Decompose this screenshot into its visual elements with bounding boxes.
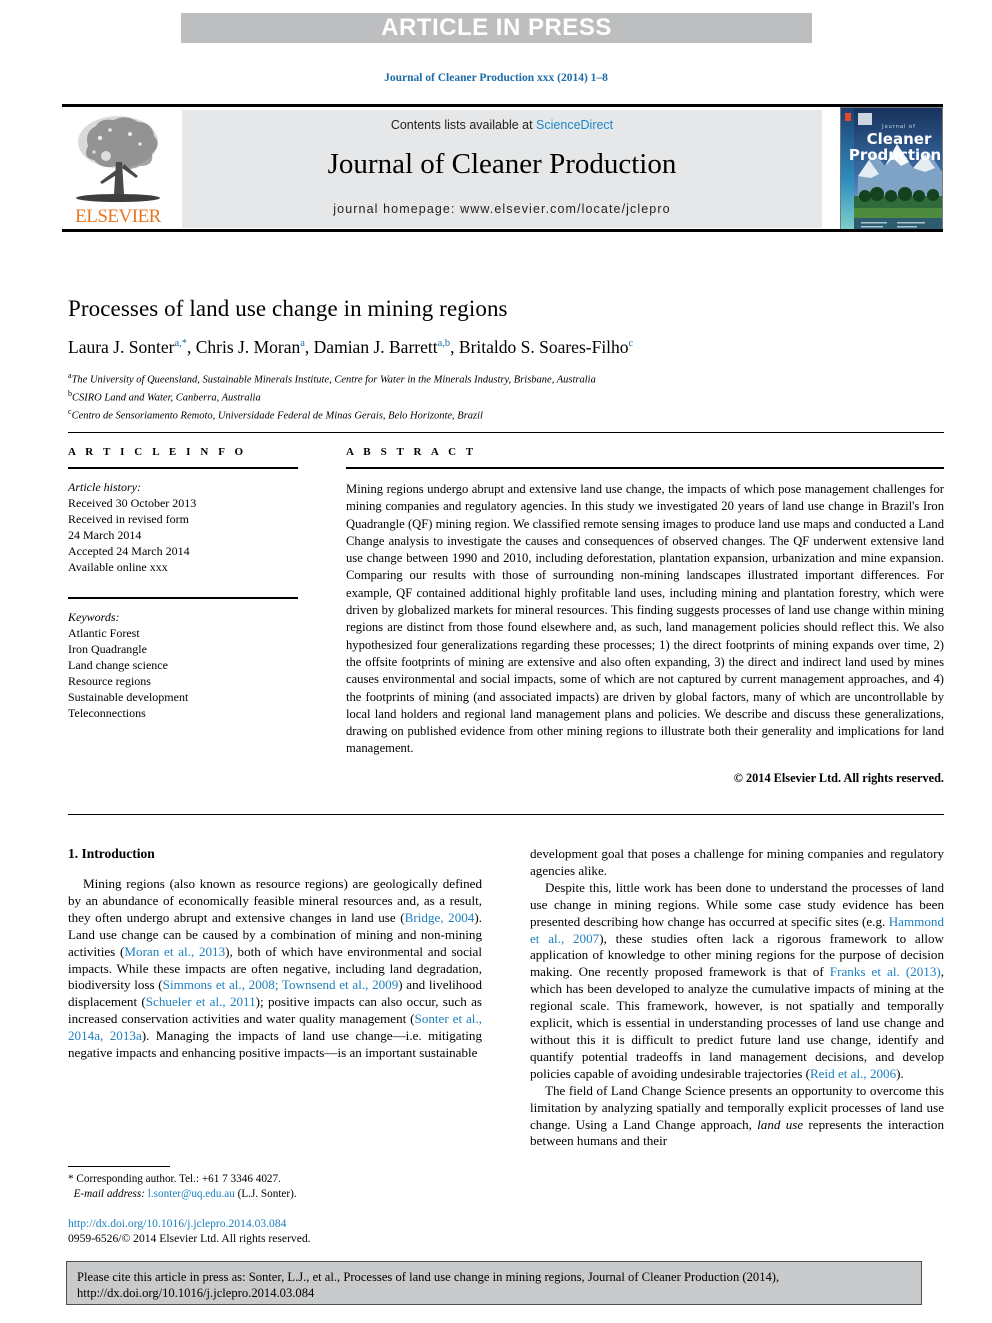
- journal-reference-line: Journal of Cleaner Production xxx (2014)…: [384, 72, 608, 84]
- citation-link[interactable]: Reid et al., 2006: [810, 1066, 896, 1081]
- text-run: ).: [896, 1065, 904, 1081]
- section-heading-introduction: 1. Introduction: [68, 846, 155, 861]
- author-affiliation-marker: a,*: [174, 338, 187, 350]
- emphasized-term: land use: [757, 1116, 804, 1132]
- keywords-group: Keywords: Atlantic Forest Iron Quadrangl…: [68, 609, 298, 721]
- affiliation-item: cCentro de Sensoriamento Remoto, Univers…: [68, 405, 944, 423]
- article-history-item: Received in revised form: [68, 512, 189, 526]
- keyword-item: Resource regions: [68, 674, 151, 688]
- affiliation-item: aThe University of Queensland, Sustainab…: [68, 369, 944, 387]
- author-name: Chris J. Moran: [195, 337, 301, 357]
- abstract-heading: A B S T R A C T: [346, 446, 477, 458]
- infoabstract-bottom-rule: [68, 814, 944, 815]
- elsevier-logo: ELSEVIER: [64, 110, 172, 228]
- issn-copyright-line: 0959-6526/© 2014 Elsevier Ltd. All right…: [68, 1232, 311, 1245]
- citation-link[interactable]: Schueler et al., 2011: [146, 994, 256, 1009]
- title-block: Processes of land use change in mining r…: [68, 296, 944, 423]
- text-run: , which has been developed to analyze th…: [530, 964, 945, 1081]
- article-history-group: Article history: Received 30 October 201…: [68, 479, 298, 575]
- author-affiliation-marker: a,b: [437, 338, 451, 350]
- svg-text:Production: Production: [849, 146, 941, 164]
- author-name: Britaldo S. Soares-Filho: [458, 337, 629, 357]
- elsevier-wordmark: ELSEVIER: [75, 206, 161, 227]
- journal-masthead: ELSEVIER Contents lists available at Sci…: [62, 104, 943, 232]
- email-owner: (L.J. Sonter).: [237, 1187, 297, 1200]
- affiliation-text: CSIRO Land and Water, Canberra, Australi…: [72, 392, 261, 404]
- masthead-top-rule: [62, 104, 943, 107]
- affiliation-text: Centro de Sensoriamento Remoto, Universi…: [71, 410, 483, 422]
- journal-homepage-line[interactable]: journal homepage: www.elsevier.com/locat…: [182, 202, 822, 216]
- email-label: E-mail address:: [73, 1187, 145, 1200]
- article-info-rule: [68, 467, 298, 469]
- keyword-item: Land change science: [68, 658, 168, 672]
- author-entry: Britaldo S. Soares-Filhoc: [459, 337, 633, 357]
- corresponding-author-line: * Corresponding author. Tel.: +61 7 3346…: [68, 1173, 281, 1185]
- doi-link[interactable]: http://dx.doi.org/10.1016/j.jclepro.2014…: [68, 1216, 482, 1231]
- body-column-left: 1. Introduction Mining regions (also kno…: [68, 846, 482, 1062]
- abstract-column: A B S T R A C T Mining regions undergo a…: [346, 446, 944, 786]
- affiliation-text: The University of Queensland, Sustainabl…: [71, 374, 596, 386]
- keyword-item: Iron Quadrangle: [68, 642, 147, 656]
- email-line: E-mail address: l.sonter@uq.edu.au (L.J.…: [68, 1187, 482, 1202]
- author-name: Damian J. Barrett: [313, 337, 438, 357]
- intro-paragraph-1-continued: development goal that poses a challenge …: [530, 846, 944, 878]
- article-history-item: 24 March 2014: [68, 528, 142, 542]
- author-separator: ,: [304, 337, 314, 357]
- keyword-item: Sustainable development: [68, 690, 189, 704]
- author-entry: Laura J. Sontera,*: [68, 337, 187, 357]
- paper-page: ARTICLE IN PRESS Journal of Cleaner Prod…: [0, 0, 992, 1323]
- journal-title: Journal of Cleaner Production: [327, 148, 677, 180]
- journal-cover-art: Journal of Cleaner Production: [841, 108, 942, 230]
- abstract-copyright: © 2014 Elsevier Ltd. All rights reserved…: [733, 770, 944, 785]
- article-history-item: Received 30 October 2013: [68, 496, 197, 510]
- contents-prefix: Contents lists available at: [390, 118, 537, 132]
- doi-block: http://dx.doi.org/10.1016/j.jclepro.2014…: [68, 1216, 482, 1246]
- author-separator: ,: [186, 337, 196, 357]
- affiliation-item: bCSIRO Land and Water, Canberra, Austral…: [68, 387, 944, 405]
- article-history-label: Article history:: [68, 480, 141, 494]
- author-list: Laura J. Sontera,*, Chris J. Morana, Dam…: [68, 337, 944, 358]
- email-link[interactable]: l.sonter@uq.edu.au: [148, 1188, 235, 1200]
- abstract-rule: [346, 467, 944, 469]
- page-title: Processes of land use change in mining r…: [68, 296, 508, 321]
- body-column-right: development goal that poses a challenge …: [530, 846, 944, 1150]
- keyword-item: Teleconnections: [68, 706, 146, 720]
- cite-this-article-box: Please cite this article in press as: So…: [66, 1261, 922, 1305]
- keywords-label: Keywords:: [68, 610, 120, 624]
- author-entry: Chris J. Morana: [196, 337, 305, 357]
- abstract-text: Mining regions undergo abrupt and extens…: [346, 482, 944, 756]
- article-info-heading: A R T I C L E I N F O: [68, 446, 247, 458]
- elsevier-tree-icon: [76, 116, 160, 202]
- contents-panel: Contents lists available at ScienceDirec…: [182, 110, 822, 228]
- citation-link[interactable]: Bridge, 2004: [405, 910, 475, 925]
- keywords-rule: [68, 597, 298, 599]
- intro-paragraph-1: Mining regions (also known as resource r…: [68, 876, 482, 1062]
- author-affiliation-marker: c: [628, 338, 634, 350]
- cite-this-article-text: Please cite this article in press as: So…: [77, 1270, 780, 1300]
- corresponding-author-note: * Corresponding author. Tel.: +61 7 3346…: [68, 1172, 482, 1201]
- article-history-item: Accepted 24 March 2014: [68, 544, 190, 558]
- citation-link[interactable]: Franks et al. (2013): [830, 964, 941, 979]
- author-name: Laura J. Sonter: [68, 337, 175, 357]
- footnote-separator-rule: [68, 1166, 170, 1167]
- infoabstract-top-rule: [68, 432, 944, 433]
- keyword-item: Atlantic Forest: [68, 626, 140, 640]
- article-history-item: Available online xxx: [68, 560, 168, 574]
- text-run: Despite this, little work has been done …: [530, 879, 944, 929]
- citation-link[interactable]: Moran et al., 2013: [124, 944, 225, 959]
- article-in-press-label: ARTICLE IN PRESS: [381, 14, 612, 41]
- journal-cover-thumbnail: Journal of Cleaner Production: [840, 107, 943, 231]
- citation-link[interactable]: Simmons et al., 2008; Townsend et al., 2…: [163, 977, 399, 992]
- author-separator: ,: [450, 337, 459, 357]
- sciencedirect-link[interactable]: ScienceDirect: [536, 118, 613, 132]
- intro-paragraph-3: The field of Land Change Science present…: [530, 1083, 944, 1151]
- article-in-press-banner: ARTICLE IN PRESS: [181, 13, 812, 43]
- intro-paragraph-2: Despite this, little work has been done …: [530, 880, 944, 1083]
- affiliation-list: aThe University of Queensland, Sustainab…: [68, 369, 944, 423]
- article-info-column: A R T I C L E I N F O Article history: R…: [68, 446, 298, 721]
- contents-available-line: Contents lists available at ScienceDirec…: [182, 118, 822, 132]
- masthead-bottom-rule: [62, 229, 943, 232]
- author-entry: Damian J. Barretta,b: [314, 337, 450, 357]
